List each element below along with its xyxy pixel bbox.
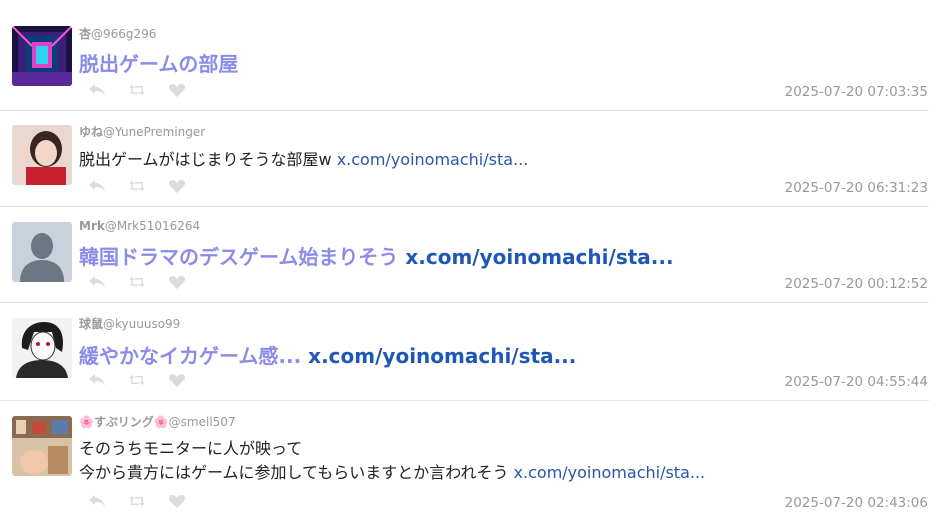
tweet-feed: 杏@966g296 脱出ゲームの部屋 2025-07-20 07:03:35 ゆ…	[0, 0, 941, 515]
reply-button[interactable]	[88, 177, 128, 195]
post-text: そのうちモニターに人が映って 今から貴方にはゲームに参加してもらいますとか言われ…	[79, 437, 705, 485]
avatar[interactable]	[12, 26, 72, 86]
post-meta: 🌸すぷリング🌸@smell507	[79, 413, 236, 430]
list-item: Mrk@Mrk51016264 韓国ドラマのデスゲーム始まりそう x.com/y…	[0, 207, 929, 303]
avatar[interactable]	[12, 416, 72, 476]
user-handle[interactable]: @YunePreminger	[103, 125, 205, 139]
user-handle[interactable]: @smell507	[169, 415, 236, 429]
post-actions	[88, 81, 208, 99]
post-link[interactable]: x.com/yoinomachi/sta...	[405, 245, 673, 269]
like-button[interactable]	[168, 273, 208, 291]
retweet-icon	[129, 496, 145, 506]
post-text: 脱出ゲームの部屋	[79, 48, 238, 77]
reply-icon	[89, 276, 105, 288]
post-link[interactable]: x.com/yoinomachi/sta...	[308, 344, 576, 368]
retweet-button[interactable]	[128, 81, 168, 99]
post-text-line: そのうちモニターに人が映って	[79, 439, 303, 458]
post-actions	[88, 371, 208, 389]
retweet-icon	[129, 181, 145, 191]
post-text-body: 今から貴方にはゲームに参加してもらいますとか言われそう	[79, 463, 509, 482]
like-button[interactable]	[168, 81, 208, 99]
retweet-button[interactable]	[128, 371, 168, 389]
like-button[interactable]	[168, 492, 208, 510]
post-link[interactable]: x.com/yoinomachi/sta...	[514, 463, 706, 482]
retweet-button[interactable]	[128, 273, 168, 291]
reply-icon	[89, 495, 105, 507]
list-item: 杏@966g296 脱出ゲームの部屋 2025-07-20 07:03:35	[0, 14, 929, 111]
timestamp[interactable]: 2025-07-20 07:03:35	[785, 84, 928, 100]
post-text-body: 脱出ゲームの部屋	[79, 52, 239, 76]
user-name[interactable]: Mrk	[79, 219, 105, 233]
like-icon	[168, 495, 186, 508]
post-meta: 球鼠@kyuuuso99	[79, 315, 180, 332]
post-link[interactable]: x.com/yoinomachi/sta...	[337, 150, 529, 169]
like-button[interactable]	[168, 177, 208, 195]
post-text: 脱出ゲームがはじまりそうな部屋w x.com/yoinomachi/sta...	[79, 148, 528, 172]
user-name[interactable]: 🌸すぷリング🌸	[79, 415, 169, 429]
avatar[interactable]	[12, 318, 72, 378]
reply-button[interactable]	[88, 492, 128, 510]
post-text: 緩やかなイカゲーム感... x.com/yoinomachi/sta...	[79, 340, 576, 369]
list-item: 🌸すぷリング🌸@smell507 そのうちモニターに人が映って 今から貴方にはゲ…	[0, 401, 929, 515]
user-handle[interactable]: @Mrk51016264	[105, 219, 200, 233]
user-name[interactable]: 杏	[79, 27, 91, 41]
list-item: 球鼠@kyuuuso99 緩やかなイカゲーム感... x.com/yoinoma…	[0, 303, 929, 401]
retweet-button[interactable]	[128, 177, 168, 195]
reply-icon	[89, 374, 105, 386]
user-handle[interactable]: @kyuuuso99	[103, 317, 180, 331]
reply-icon	[89, 84, 105, 96]
like-button[interactable]	[168, 371, 208, 389]
reply-button[interactable]	[88, 81, 128, 99]
retweet-icon	[129, 277, 145, 287]
post-meta: Mrk@Mrk51016264	[79, 219, 200, 233]
reply-button[interactable]	[88, 273, 128, 291]
post-text-body: 緩やかなイカゲーム感...	[79, 344, 302, 368]
list-item: ゆね@YunePreminger 脱出ゲームがはじまりそうな部屋w x.com/…	[0, 111, 929, 207]
reply-button[interactable]	[88, 371, 128, 389]
timestamp[interactable]: 2025-07-20 00:12:52	[785, 276, 928, 292]
post-actions	[88, 273, 208, 291]
avatar[interactable]	[12, 222, 72, 282]
timestamp[interactable]: 2025-07-20 02:43:06	[785, 495, 928, 511]
like-icon	[168, 276, 186, 289]
like-icon	[168, 180, 186, 193]
like-icon	[168, 374, 186, 387]
user-name[interactable]: ゆね	[79, 125, 103, 139]
retweet-button[interactable]	[128, 492, 168, 510]
like-icon	[168, 84, 186, 97]
post-text: 韓国ドラマのデスゲーム始まりそう x.com/yoinomachi/sta...	[79, 241, 674, 270]
timestamp[interactable]: 2025-07-20 06:31:23	[785, 180, 928, 196]
post-text-line-2: 今から貴方にはゲームに参加してもらいますとか言われそう x.com/yoinom…	[79, 461, 705, 485]
retweet-icon	[129, 85, 145, 95]
timestamp[interactable]: 2025-07-20 04:55:44	[785, 374, 928, 390]
reply-icon	[89, 180, 105, 192]
post-meta: 杏@966g296	[79, 25, 156, 42]
user-handle[interactable]: @966g296	[91, 27, 156, 41]
post-actions	[88, 492, 208, 510]
retweet-icon	[129, 375, 145, 385]
post-text-body: 脱出ゲームがはじまりそうな部屋w	[79, 150, 332, 169]
post-meta: ゆね@YunePreminger	[79, 123, 205, 140]
avatar[interactable]	[12, 125, 72, 185]
user-name[interactable]: 球鼠	[79, 317, 103, 331]
post-actions	[88, 177, 208, 195]
post-text-body: 韓国ドラマのデスゲーム始まりそう	[79, 245, 399, 269]
